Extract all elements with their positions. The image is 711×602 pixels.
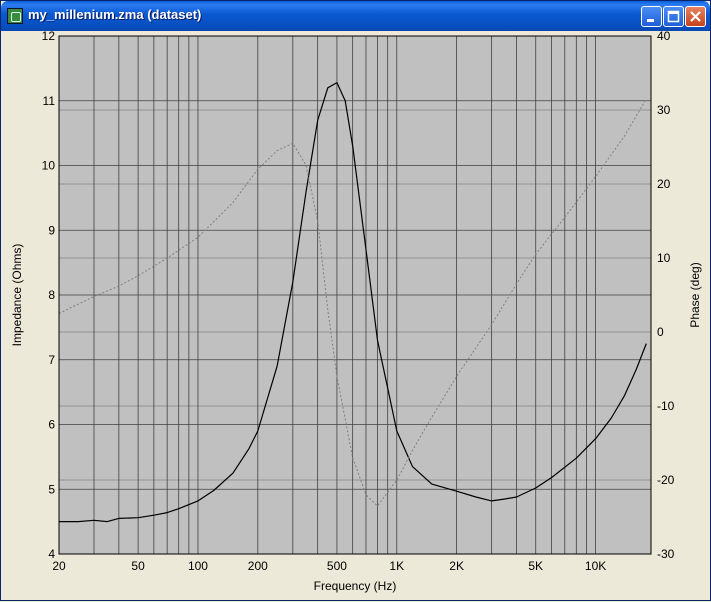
impedance-phase-chart: 20 50 100 200 500 1K 2K 5K 10K 456789101112 -30-… — [10, 29, 702, 593]
y-tick-label: 5 — [48, 482, 55, 496]
y-tick-label: 10 — [42, 159, 56, 173]
x-tick-label: 5K — [528, 559, 543, 573]
x-tick-label: 20 — [52, 559, 66, 573]
y2-tick-label: 10 — [657, 251, 671, 265]
x-tick-label: 50 — [131, 559, 145, 573]
close-button[interactable] — [685, 6, 706, 27]
y-tick-labels: 4 5 6 7 8 9 10 11 12 — [42, 29, 56, 561]
y2-tick-label: 20 — [657, 177, 671, 191]
chart-area: 20 50 100 200 500 1K 2K 5K 10K 4 5 6 7 8 9 10 11 12 -30-… — [5, 29, 708, 598]
window-title: my_millenium.zma (dataset) — [28, 7, 202, 22]
y-tick-label: 9 — [48, 223, 55, 237]
y-tick-label: 12 — [42, 31, 56, 43]
maximize-icon — [667, 10, 680, 23]
x-tick-labels: 20 50 100 200 500 1K 2K 5K 10K — [52, 559, 606, 573]
title-bar[interactable]: my_millenium.zma (dataset) — [1, 1, 710, 31]
y2-axis-label: Phase (deg) — [688, 262, 702, 327]
x-tick-label: 2K — [449, 559, 464, 573]
app-icon[interactable] — [7, 8, 23, 24]
x-tick-label: 200 — [248, 559, 268, 573]
app-window: my_millenium.zma (dataset) 20 50 100 200 500… — [0, 0, 711, 601]
x-tick-label: 500 — [327, 559, 347, 573]
minimize-icon — [647, 19, 654, 22]
y-tick-label: 7 — [48, 353, 55, 367]
y2-tick-label: 30 — [657, 103, 671, 117]
y-tick-label: 6 — [48, 418, 55, 432]
y2-tick-label: -10 — [657, 399, 675, 413]
close-icon — [690, 11, 701, 22]
y-tick-label: 8 — [48, 288, 55, 302]
x-axis-label: Frequency (Hz) — [314, 579, 397, 593]
y2-tick-label: -20 — [657, 473, 675, 487]
x-tick-label: 10K — [585, 559, 606, 573]
x-tick-label: 100 — [188, 559, 208, 573]
x-tick-label: 1K — [389, 559, 404, 573]
maximize-button[interactable] — [663, 6, 684, 27]
y-tick-label: 4 — [48, 547, 55, 561]
y-tick-label: 11 — [43, 94, 56, 108]
y-axis-label: Impedance (Ohms) — [10, 244, 24, 347]
y2-tick-labels: -30 -20 -10 0 10 20 30 40 — [657, 29, 675, 561]
y2-tick-label: 40 — [657, 31, 671, 43]
y2-tick-label: -30 — [657, 547, 675, 561]
minimize-button[interactable] — [641, 6, 662, 27]
y2-tick-label: 0 — [657, 325, 664, 339]
